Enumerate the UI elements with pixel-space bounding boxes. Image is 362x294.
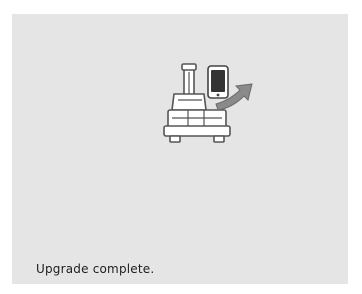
- machine-with-phone-upgrade-icon: [163, 63, 253, 143]
- lcd-screen: Upgrade complete.: [12, 14, 348, 284]
- status-message: Upgrade complete.: [36, 262, 155, 276]
